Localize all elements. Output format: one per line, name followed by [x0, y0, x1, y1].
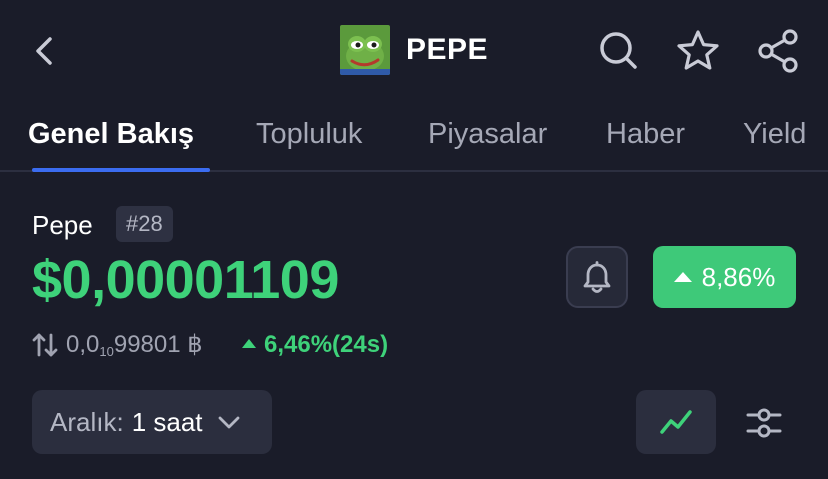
favorite-button[interactable] — [674, 28, 722, 74]
price-alert-button[interactable] — [566, 246, 628, 308]
tab-yield[interactable]: Yield — [743, 114, 806, 154]
pepe-frog-icon — [340, 25, 390, 75]
triangle-up-icon — [673, 272, 692, 282]
coin-logo — [340, 25, 390, 75]
swap-arrows-icon — [32, 332, 58, 358]
chevron-left-icon — [36, 37, 52, 65]
line-chart-icon — [660, 410, 692, 434]
tab-community[interactable]: Topluluk — [256, 114, 362, 154]
search-button[interactable] — [596, 28, 640, 72]
tab-markets[interactable]: Piyasalar — [428, 114, 547, 154]
rank-badge: #28 — [116, 206, 173, 242]
range-label: Aralık: — [50, 407, 124, 437]
btc-price-digits: 99801 ฿ — [113, 331, 203, 358]
btc-price-zero-count: 10 — [99, 344, 114, 359]
back-button[interactable] — [28, 30, 64, 72]
price-change-badge: 8,86% — [653, 246, 796, 308]
bell-icon — [583, 261, 611, 293]
triangle-up-icon — [242, 339, 256, 348]
tab-news[interactable]: Haber — [606, 114, 685, 154]
active-tab-indicator — [32, 168, 210, 172]
chevron-down-icon — [218, 416, 239, 429]
coin-name: Pepe — [32, 210, 93, 240]
btc-price-prefix: 0,0 — [66, 331, 100, 358]
share-icon — [758, 29, 798, 73]
star-icon — [677, 30, 719, 70]
btc-change: 6,46%(24s) — [264, 331, 389, 358]
coin-price: $0,00001109 — [32, 250, 339, 310]
range-value: 1 saat — [131, 407, 203, 437]
share-button[interactable] — [754, 28, 802, 74]
range-dropdown[interactable]: Aralık: 1 saat — [32, 390, 272, 454]
chart-settings-button[interactable] — [744, 402, 784, 442]
line-chart-toggle[interactable] — [636, 390, 716, 454]
price-change-value: 8,86% — [701, 262, 776, 292]
coin-title: PEPE — [406, 33, 489, 66]
search-icon — [600, 32, 637, 69]
btc-price: 0,01099801 ฿ — [66, 330, 203, 367]
sliders-icon — [746, 408, 782, 438]
tab-overview[interactable]: Genel Bakış — [28, 114, 194, 154]
